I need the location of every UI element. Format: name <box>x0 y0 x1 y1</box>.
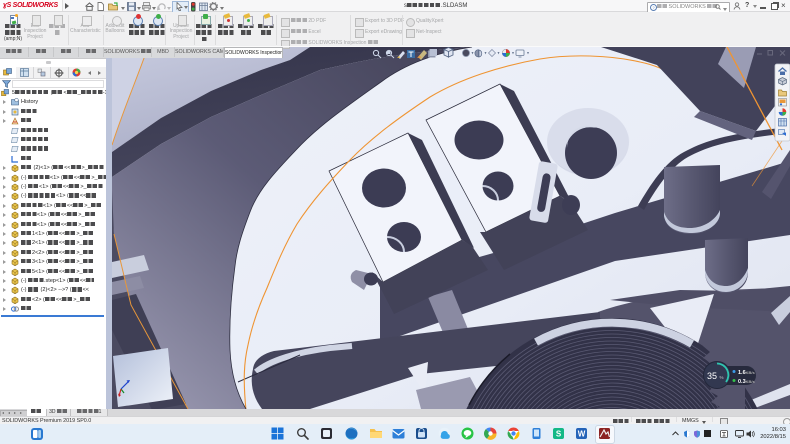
svg-text:%: % <box>720 375 724 380</box>
svg-text:S: S <box>556 430 562 439</box>
svg-text:35: 35 <box>707 371 717 381</box>
svg-text:W: W <box>578 430 586 439</box>
